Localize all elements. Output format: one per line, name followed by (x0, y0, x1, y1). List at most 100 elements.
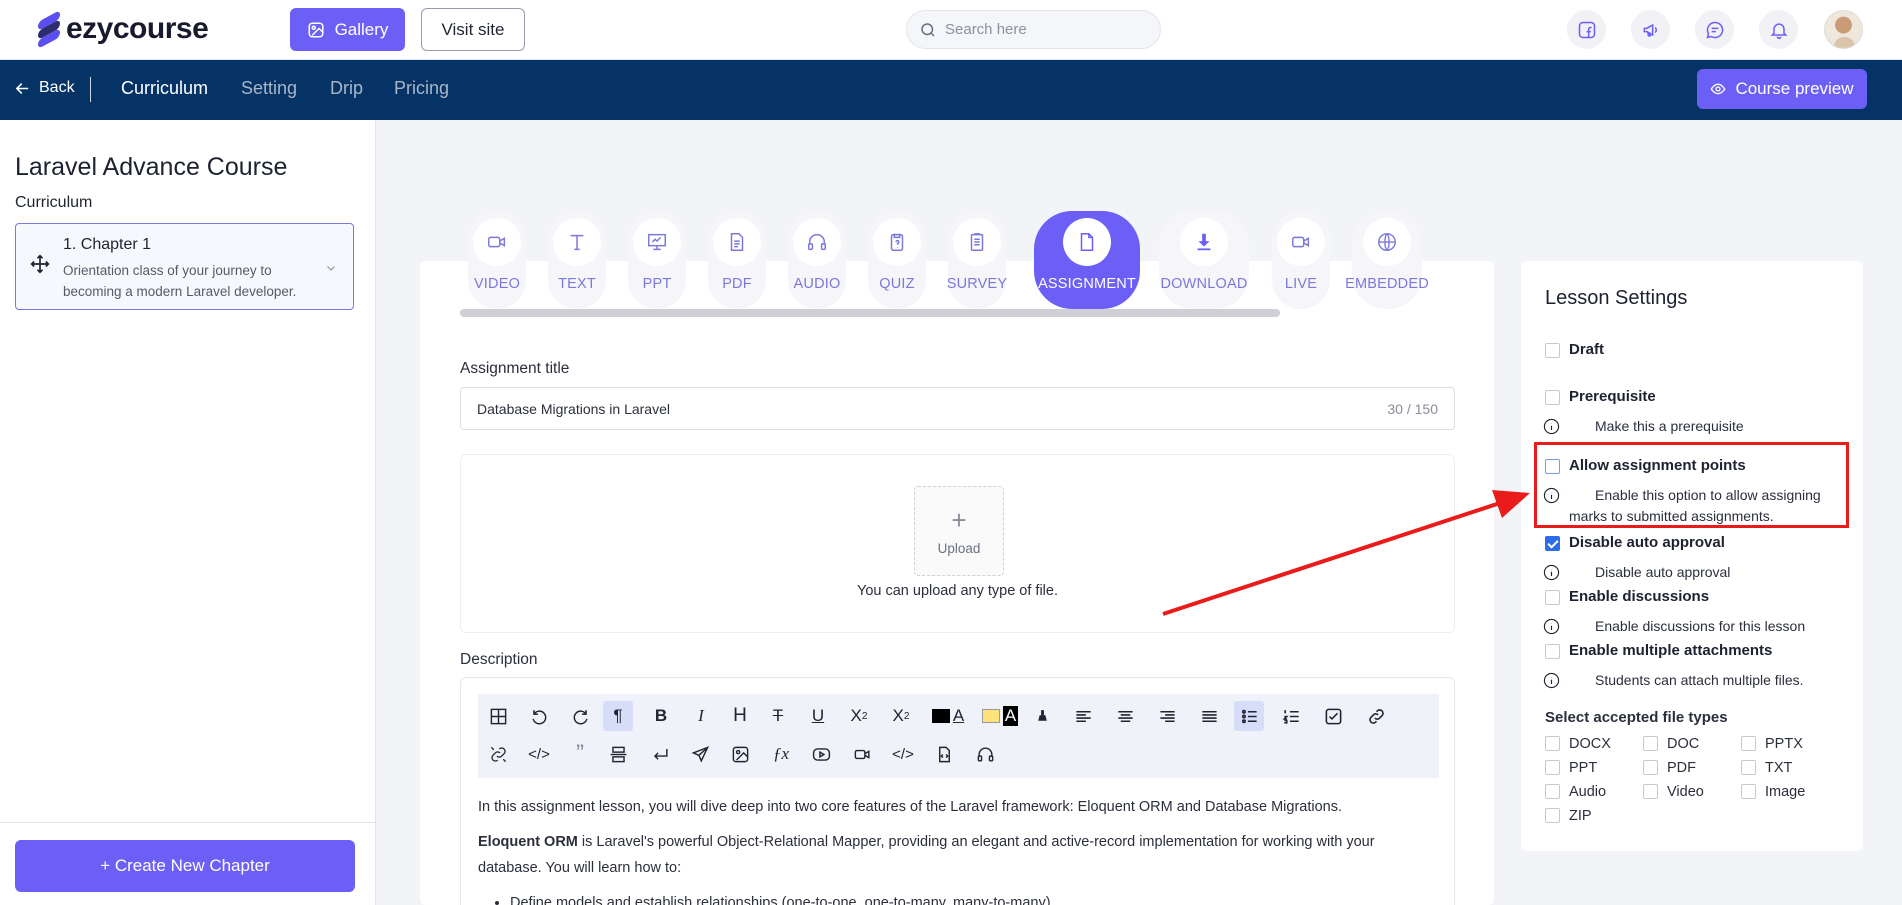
back-label: Back (39, 79, 75, 96)
align-center-icon[interactable] (1110, 701, 1140, 731)
facebook-button[interactable] (1567, 10, 1606, 49)
strikethrough-icon[interactable]: T (763, 701, 793, 731)
course-preview-button[interactable]: Course preview (1697, 69, 1867, 109)
filetype-checkbox[interactable] (1545, 736, 1560, 751)
draft-checkbox[interactable] (1545, 343, 1560, 358)
text-color-icon[interactable]: A (928, 701, 968, 731)
italic-icon[interactable]: I (686, 701, 716, 731)
clear-format-icon[interactable] (1027, 701, 1057, 731)
bell-icon (1770, 22, 1787, 39)
back-button[interactable]: Back (14, 79, 75, 97)
chapter-item[interactable]: 1. Chapter 1 Orientation class of your j… (15, 223, 354, 310)
announcement-button[interactable] (1631, 10, 1670, 49)
quote-icon[interactable]: ” (565, 739, 595, 769)
type-survey[interactable]: SURVEY (947, 211, 1007, 309)
type-video[interactable]: VIDEO (468, 211, 526, 309)
filetype-checkbox[interactable] (1545, 808, 1560, 823)
type-scrollbar[interactable] (460, 309, 1280, 317)
video-embed-icon[interactable] (847, 739, 877, 769)
type-audio[interactable]: AUDIO (788, 211, 846, 309)
horizontal-rule-icon[interactable] (603, 739, 633, 769)
undo-icon[interactable] (524, 701, 554, 731)
formula-icon[interactable]: ƒx (766, 739, 796, 769)
link-icon[interactable] (1361, 701, 1391, 731)
option-hint: Make this a prerequisite (1595, 418, 1744, 434)
filetype-label: ZIP (1569, 808, 1592, 824)
create-chapter-button[interactable]: + Create New Chapter (15, 840, 355, 892)
filetype-checkbox[interactable] (1643, 736, 1658, 751)
upload-label: Upload (937, 540, 981, 556)
filetype-checkbox[interactable] (1545, 760, 1560, 775)
info-icon (1543, 618, 1560, 635)
bullet-list-icon[interactable] (1234, 701, 1264, 731)
disable-auto-approval-checkbox[interactable] (1545, 536, 1560, 551)
option-label: Enable discussions (1569, 588, 1710, 605)
filetype-checkbox[interactable] (1545, 784, 1560, 799)
gallery-button[interactable]: Gallery (290, 8, 405, 51)
filetype-checkbox[interactable] (1741, 760, 1756, 775)
type-assignment[interactable]: ASSIGNMENT (1034, 211, 1140, 309)
highlight-color-icon[interactable]: A (976, 701, 1024, 731)
filetype-checkbox[interactable] (1643, 760, 1658, 775)
settings-heading: Lesson Settings (1545, 287, 1688, 309)
editor-content[interactable]: In this assignment lesson, you will dive… (478, 794, 1438, 905)
filetype-checkbox[interactable] (1643, 784, 1658, 799)
facebook-icon (1578, 21, 1595, 38)
notifications-button[interactable] (1759, 10, 1798, 49)
table-icon[interactable] (483, 701, 513, 731)
redo-icon[interactable] (565, 701, 595, 731)
tab-pricing[interactable]: Pricing (394, 78, 449, 99)
code-icon[interactable]: </> (524, 739, 554, 769)
enable-discussions-checkbox[interactable] (1545, 590, 1560, 605)
line-break-icon[interactable] (645, 739, 675, 769)
justify-icon[interactable] (1194, 701, 1224, 731)
type-pdf[interactable]: PDF (708, 211, 766, 309)
type-ppt[interactable]: PPT (628, 211, 686, 309)
audio-embed-icon[interactable] (970, 739, 1000, 769)
assignment-title-field: 30 / 150 (460, 387, 1455, 430)
assignment-title-input[interactable] (477, 388, 1337, 429)
bold-icon[interactable]: B (646, 701, 676, 731)
filetype-label: PPT (1569, 760, 1598, 776)
type-quiz[interactable]: QUIZ (868, 211, 926, 309)
sidebar-divider (0, 822, 375, 823)
option-label: Prerequisite (1569, 388, 1656, 405)
checkbox-icon[interactable] (1318, 701, 1348, 731)
numbered-list-icon[interactable] (1276, 701, 1306, 731)
drag-handle-icon[interactable] (30, 254, 50, 274)
align-left-icon[interactable] (1068, 701, 1098, 731)
send-icon[interactable] (685, 739, 715, 769)
heading-icon[interactable]: H (725, 701, 755, 731)
subscript-icon[interactable]: X2 (844, 701, 874, 731)
type-text[interactable]: TEXT (548, 211, 606, 309)
type-download[interactable]: DOWNLOAD (1159, 211, 1249, 309)
html-icon[interactable]: </> (888, 739, 918, 769)
tab-curriculum[interactable]: Curriculum (121, 78, 208, 99)
prerequisite-checkbox[interactable] (1545, 390, 1560, 405)
underline-icon[interactable]: U (803, 701, 833, 731)
visit-site-button[interactable]: Visit site (421, 8, 525, 51)
tab-setting[interactable]: Setting (241, 78, 297, 99)
multiple-attachments-checkbox[interactable] (1545, 644, 1560, 659)
upload-button[interactable]: + Upload (914, 486, 1004, 576)
tab-drip[interactable]: Drip (330, 78, 363, 99)
search-input[interactable] (945, 21, 1145, 38)
code-file-icon[interactable] (929, 739, 959, 769)
type-embedded[interactable]: EMBEDDED (1345, 211, 1429, 309)
unlink-icon[interactable] (483, 739, 513, 769)
type-live[interactable]: LIVE (1272, 211, 1330, 309)
type-label: PDF (722, 276, 752, 292)
image-icon[interactable] (725, 739, 755, 769)
youtube-icon[interactable] (806, 739, 836, 769)
filetype-checkbox[interactable] (1741, 784, 1756, 799)
superscript-icon[interactable]: X2 (886, 701, 916, 731)
filetype-label: PDF (1667, 760, 1696, 776)
avatar[interactable] (1824, 10, 1863, 49)
chevron-down-icon[interactable] (325, 262, 337, 274)
filetype-checkbox[interactable] (1741, 736, 1756, 751)
logo[interactable]: ezycourse (38, 10, 209, 49)
paragraph-icon[interactable]: ¶ (603, 701, 633, 731)
messages-button[interactable] (1695, 10, 1734, 49)
document-icon (730, 233, 744, 251)
align-right-icon[interactable] (1152, 701, 1182, 731)
